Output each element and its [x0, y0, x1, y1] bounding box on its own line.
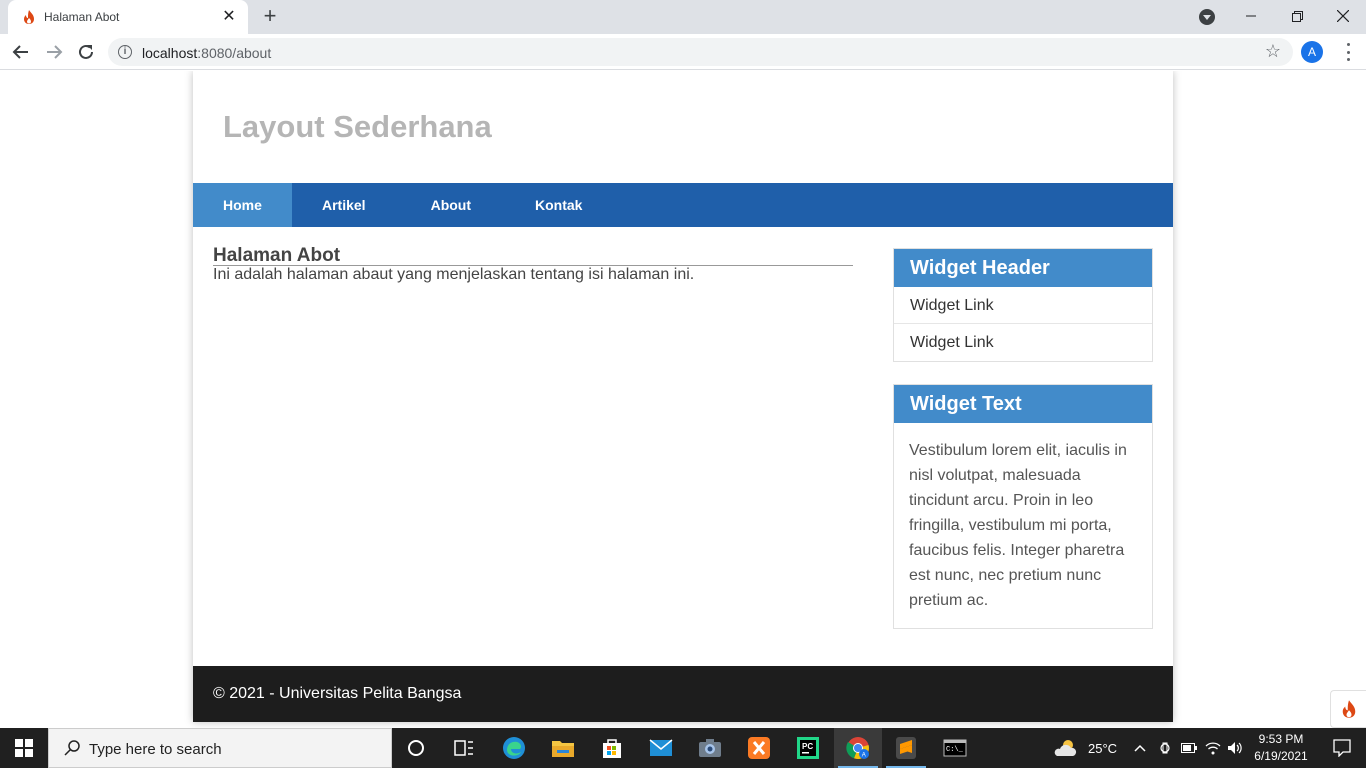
- site-title: Layout Sederhana: [223, 109, 492, 144]
- site-info-icon[interactable]: i: [118, 45, 132, 59]
- xampp-icon[interactable]: [735, 728, 783, 768]
- widget-header: Widget Header: [894, 249, 1152, 287]
- svg-text:PC: PC: [802, 742, 813, 751]
- tab-search-icon[interactable]: [1199, 9, 1215, 25]
- svg-text:C:\_: C:\_: [946, 746, 964, 754]
- widget-link[interactable]: Widget Link: [894, 287, 1152, 324]
- nav-kontak[interactable]: Kontak: [505, 183, 615, 227]
- sublime-text-icon[interactable]: [882, 728, 930, 768]
- search-icon: [64, 740, 80, 756]
- profile-avatar[interactable]: A: [1301, 41, 1323, 63]
- file-explorer-icon[interactable]: [539, 728, 587, 768]
- page-container: Layout Sederhana Home Artikel About Kont…: [193, 71, 1173, 722]
- windows-start-icon[interactable]: [0, 728, 48, 768]
- widget-link[interactable]: Widget Link: [894, 324, 1152, 361]
- edge-browser-icon[interactable]: [490, 728, 538, 768]
- nav-about[interactable]: About: [399, 183, 505, 227]
- svg-text:A: A: [862, 753, 866, 759]
- url-text[interactable]: localhost:8080/about: [142, 45, 271, 61]
- site-footer: © 2021 - Universitas Pelita Bangsa: [193, 666, 1173, 722]
- browser-tab[interactable]: Halaman Abot ✕: [8, 0, 248, 34]
- site-header: Layout Sederhana: [193, 71, 1173, 183]
- page-paragraph: Ini adalah halaman abaut yang menjelaska…: [213, 266, 695, 283]
- taskbar-clock[interactable]: 9:53 PM 6/19/2021: [1244, 731, 1318, 765]
- windows-taskbar: Type here to search PC A C:\_ 25°C 9:53 …: [0, 728, 1366, 768]
- debug-toolbar-flame-icon[interactable]: [1330, 690, 1366, 728]
- clock-date: 6/19/2021: [1254, 749, 1308, 763]
- chevron-up-icon[interactable]: [1130, 728, 1150, 768]
- clock-time: 9:53 PM: [1258, 732, 1304, 746]
- restore-button[interactable]: [1274, 0, 1320, 32]
- main-content: Halaman Abot Ini adalah halaman abaut ya…: [213, 246, 853, 284]
- minimize-button[interactable]: [1228, 0, 1274, 32]
- microsoft-store-icon[interactable]: [588, 728, 636, 768]
- weather-temp: 25°C: [1088, 741, 1118, 756]
- tab-title: Halaman Abot: [44, 10, 120, 24]
- wifi-icon[interactable]: [1202, 728, 1224, 768]
- browser-menu-icon[interactable]: [1340, 43, 1356, 61]
- widget-links: Widget Header Widget Link Widget Link: [893, 248, 1153, 362]
- pycharm-icon[interactable]: PC: [784, 728, 832, 768]
- sidebar: Widget Header Widget Link Widget Link Wi…: [893, 248, 1153, 651]
- forward-arrow-icon[interactable]: [42, 40, 66, 64]
- page-heading: Halaman Abot: [213, 246, 853, 266]
- search-placeholder: Type here to search: [89, 741, 222, 758]
- flame-favicon-icon: [24, 10, 34, 24]
- new-tab-button[interactable]: +: [258, 5, 282, 29]
- terminal-icon[interactable]: C:\_: [931, 728, 979, 768]
- volume-icon[interactable]: [1224, 728, 1246, 768]
- nav-artikel[interactable]: Artikel: [292, 183, 399, 227]
- widget-text-body: Vestibulum lorem elit, iaculis in nisl v…: [909, 442, 1127, 609]
- back-arrow-icon[interactable]: [9, 40, 33, 64]
- reload-icon[interactable]: [74, 40, 98, 64]
- task-view-icon[interactable]: [440, 728, 488, 768]
- chrome-icon[interactable]: A: [834, 728, 882, 768]
- widget-text-header: Widget Text: [894, 385, 1152, 423]
- camera-icon[interactable]: [686, 728, 734, 768]
- browser-toolbar: i localhost:8080/about ☆ A: [0, 34, 1366, 70]
- close-window-button[interactable]: [1320, 0, 1366, 32]
- tab-close-icon[interactable]: ✕: [220, 8, 238, 26]
- browser-tab-strip: Halaman Abot ✕ +: [0, 0, 1366, 34]
- bookmark-star-icon[interactable]: ☆: [1265, 41, 1281, 62]
- taskbar-search-box[interactable]: Type here to search: [48, 728, 392, 768]
- weather-icon[interactable]: [1046, 728, 1086, 768]
- nav-home[interactable]: Home: [193, 183, 292, 227]
- widget-text: Widget Text Vestibulum lorem elit, iacul…: [893, 384, 1153, 629]
- mail-icon[interactable]: [637, 728, 685, 768]
- battery-icon[interactable]: [1178, 728, 1200, 768]
- meet-now-icon[interactable]: [1154, 728, 1176, 768]
- notification-center-icon[interactable]: [1318, 728, 1366, 768]
- page-viewport: Layout Sederhana Home Artikel About Kont…: [0, 71, 1366, 728]
- main-nav: Home Artikel About Kontak: [193, 183, 1173, 227]
- address-bar[interactable]: i localhost:8080/about ☆: [108, 38, 1293, 66]
- cortana-icon[interactable]: [392, 728, 440, 768]
